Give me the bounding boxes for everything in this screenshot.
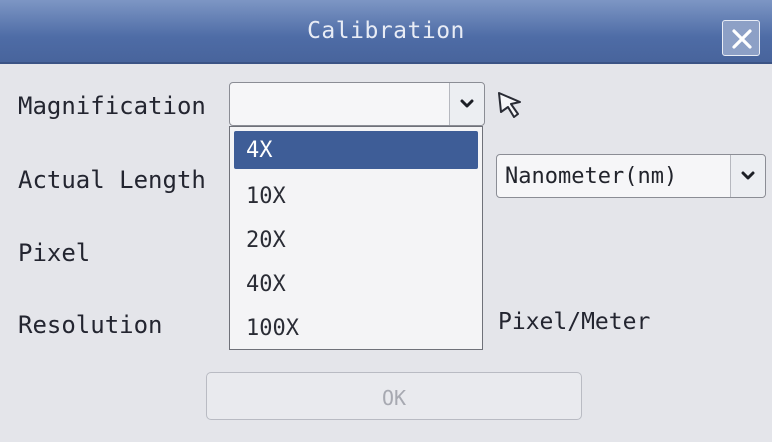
option-4x[interactable]: 4X (234, 131, 478, 169)
mouse-pointer-icon (498, 92, 521, 118)
option-20x[interactable]: 20X (234, 221, 478, 259)
magnification-dropdown-list: 4X 10X 20X 40X 100X (229, 126, 483, 350)
resolution-unit: Pixel/Meter (498, 309, 651, 335)
unit-select[interactable]: Nanometer(nm) (496, 154, 766, 198)
option-100x[interactable]: 100X (234, 309, 478, 347)
magnification-label: Magnification (18, 92, 206, 120)
magnification-dropdown-button[interactable] (449, 83, 484, 125)
unit-dropdown-button[interactable] (730, 155, 765, 197)
actual-length-label: Actual Length (18, 166, 206, 194)
chevron-down-icon (741, 171, 755, 180)
calibration-dialog: Calibration Magnification Actual Length … (0, 0, 772, 442)
resolution-label: Resolution (18, 311, 163, 339)
close-button[interactable] (722, 20, 760, 56)
magnification-select[interactable] (229, 82, 485, 126)
ok-button[interactable]: OK (206, 372, 582, 420)
close-icon (732, 29, 752, 49)
option-10x[interactable]: 10X (234, 177, 478, 215)
unit-value: Nanometer(nm) (505, 164, 678, 189)
option-40x[interactable]: 40X (234, 265, 478, 303)
chevron-down-icon (460, 99, 474, 108)
ok-label: OK (381, 386, 407, 410)
title-bar: Calibration (0, 0, 772, 64)
dialog-title: Calibration (307, 18, 465, 44)
pixel-label: Pixel (18, 239, 91, 267)
